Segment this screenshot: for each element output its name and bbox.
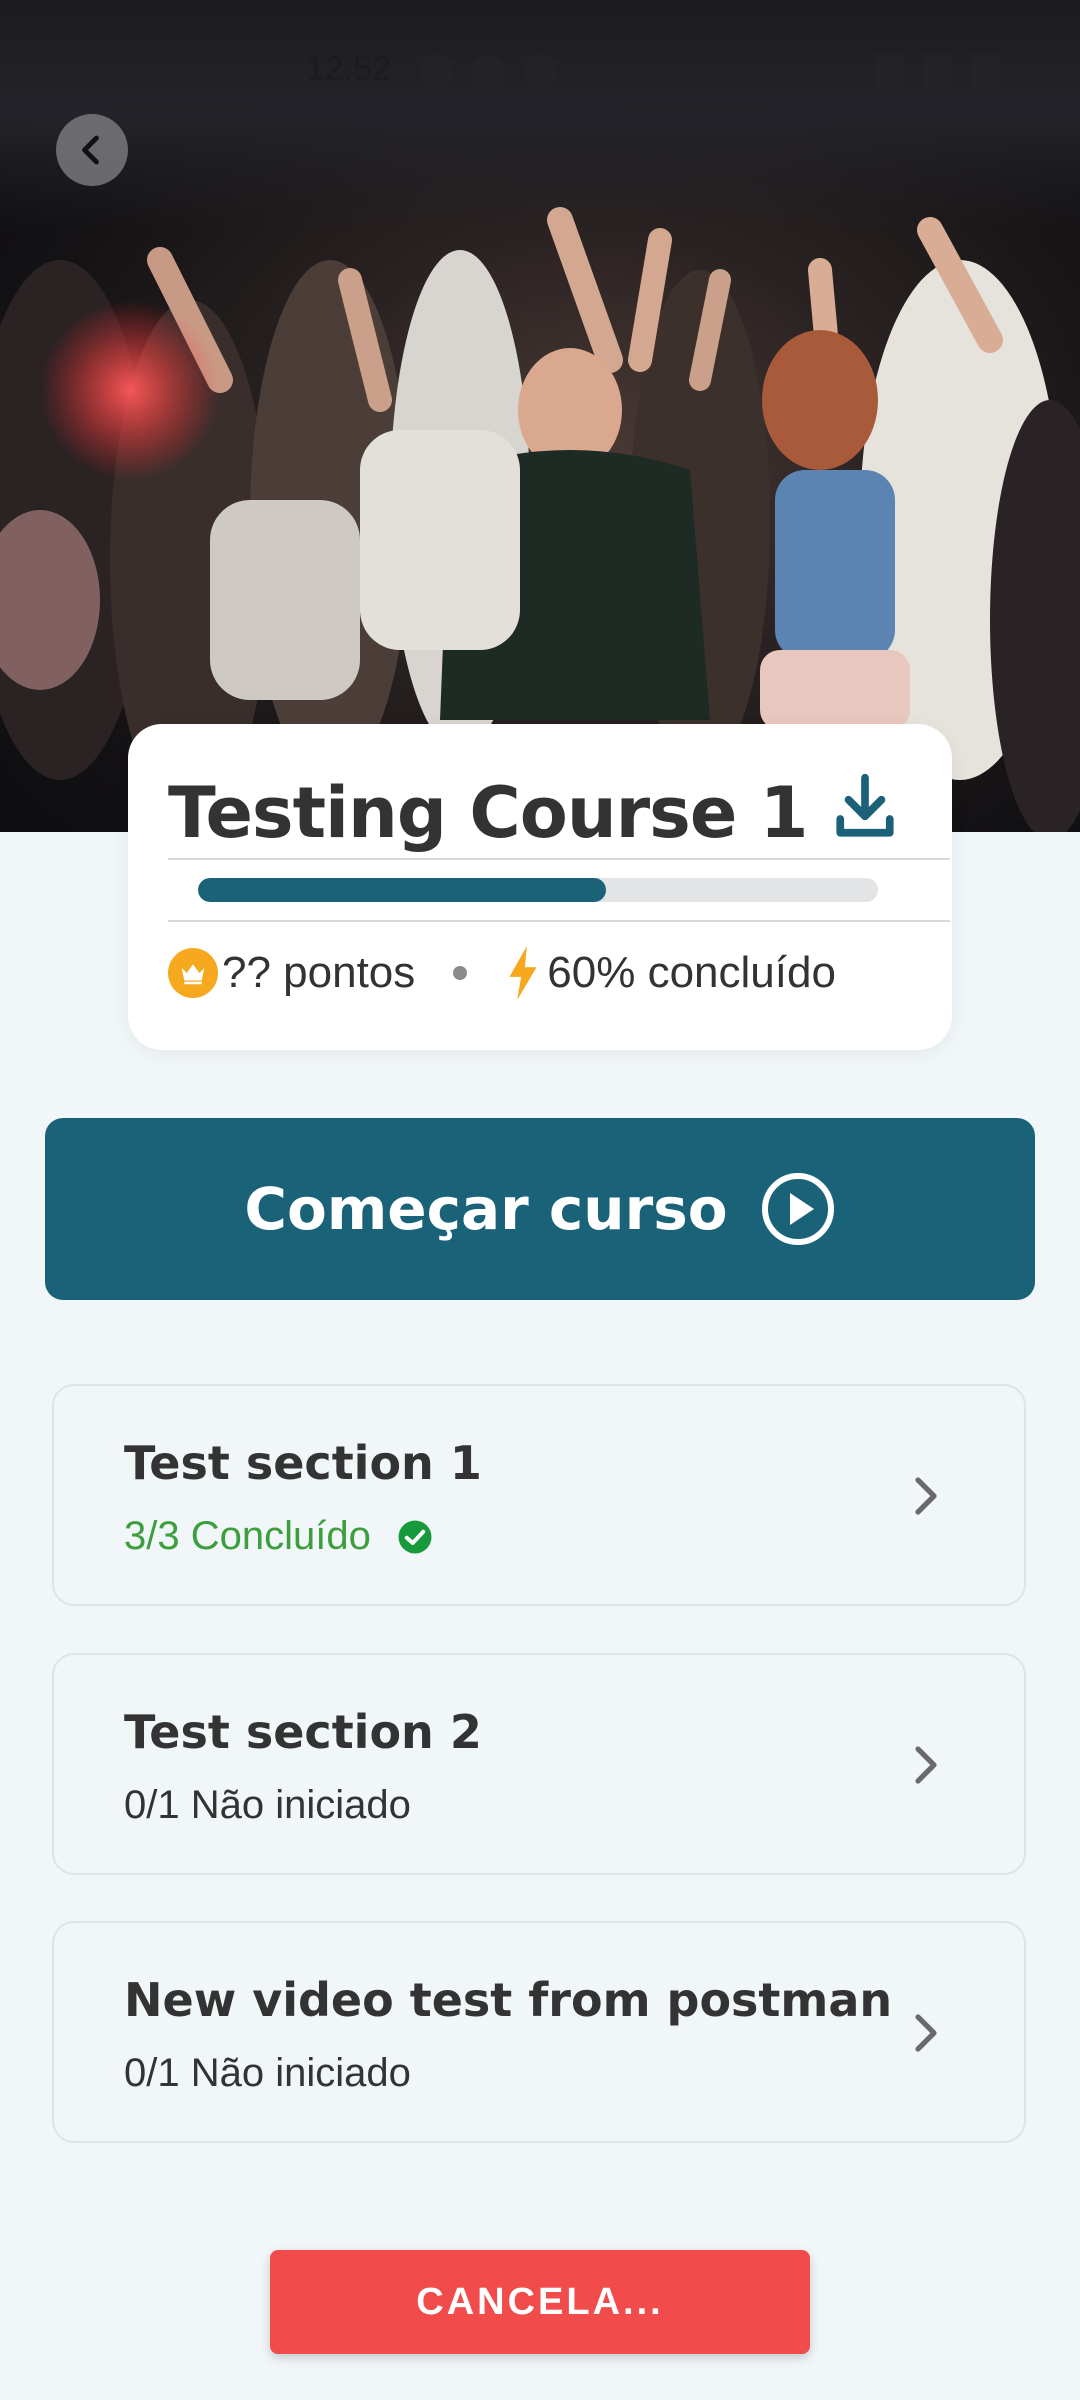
course-title: Testing Course 1 [168, 772, 808, 854]
system-icons [874, 54, 1000, 90]
chevron-right-icon [915, 2014, 937, 2052]
section-status-label: 3/3 Concluído [124, 1514, 371, 1558]
facebook-icon [524, 54, 558, 88]
status-time: 12:52 [306, 50, 392, 88]
download-icon[interactable] [832, 772, 898, 844]
check-circle-icon [398, 1520, 432, 1553]
section-card-1[interactable]: Test section 1 3/3 Concluído [52, 1384, 1026, 1606]
chevron-right-icon [915, 1746, 937, 1784]
chevron-right-icon [915, 1477, 937, 1515]
section-status-label: 0/1 Não iniciado [124, 1783, 411, 1827]
wifi-icon [874, 54, 904, 90]
section-status: 0/1 Não iniciado [124, 1783, 411, 1828]
battery-icon [970, 54, 1000, 90]
course-summary-card: Testing Course 1 ?? pontos 60% concluído [128, 724, 952, 1050]
status-bar: 12:52 [0, 40, 1080, 104]
start-course-label: Começar curso [244, 1175, 728, 1243]
course-progress-fill [198, 878, 606, 902]
cancel-button[interactable]: CANCELA... [270, 2250, 810, 2354]
section-title: New video test from postman [124, 1973, 893, 2027]
start-course-button[interactable]: Começar curso [45, 1118, 1035, 1300]
course-progress-bar [198, 878, 878, 902]
bolt-icon [509, 946, 537, 1000]
play-circle-icon [761, 1173, 834, 1245]
course-hero-image: 12:52 [0, 0, 1080, 832]
section-card-2[interactable]: Test section 2 0/1 Não iniciado [52, 1653, 1026, 1875]
points-label: ?? pontos [222, 948, 416, 997]
section-title: Test section 1 [124, 1436, 482, 1490]
discord-icon [472, 54, 506, 88]
signal-icon [922, 54, 952, 90]
cancel-label: CANCELA... [416, 2280, 664, 2323]
section-status: 0/1 Não iniciado [124, 2051, 411, 2096]
section-status-label: 0/1 Não iniciado [124, 2051, 411, 2095]
party-crowd-photo [0, 207, 1080, 832]
section-status: 3/3 Concluído [124, 1514, 433, 1559]
course-stats: ?? pontos 60% concluído [168, 938, 950, 1008]
card-divider [168, 920, 950, 922]
messenger-icon [420, 54, 454, 88]
separator-dot [453, 966, 468, 980]
section-card-3[interactable]: New video test from postman 0/1 Não inic… [52, 1921, 1026, 2143]
chevron-left-icon [82, 135, 99, 165]
notification-icons [420, 54, 558, 88]
crown-icon [168, 948, 218, 998]
back-button[interactable] [56, 114, 128, 186]
section-title: Test section 2 [124, 1705, 482, 1759]
card-divider [168, 858, 950, 860]
completion-label: 60% concluído [547, 948, 836, 997]
